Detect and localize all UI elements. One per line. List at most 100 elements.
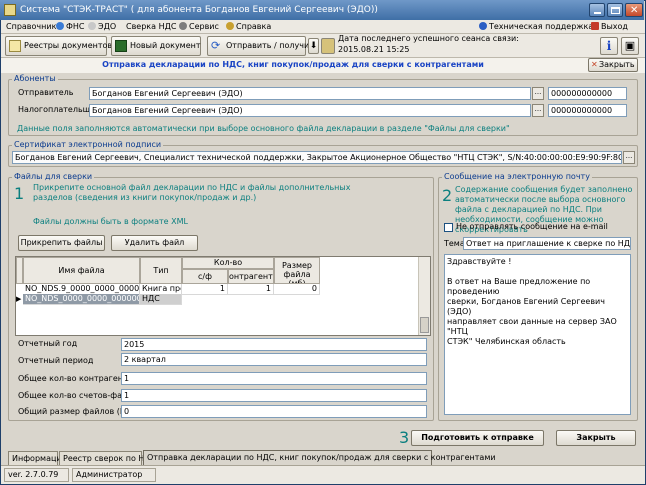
invoices-field[interactable]: 1 xyxy=(121,389,427,402)
delete-file-button[interactable]: Удалить файл xyxy=(111,235,198,251)
tech-support-link[interactable]: Техническая поддержка xyxy=(479,21,593,33)
tab-information[interactable]: Информация xyxy=(8,451,66,466)
menu-edo[interactable]: ЭДО xyxy=(88,21,116,33)
title-bar: Система "СТЭК-ТРАСТ" ( для абонента Богд… xyxy=(0,0,644,20)
window-title: Система "СТЭК-ТРАСТ" ( для абонента Богд… xyxy=(20,5,378,15)
contractors-field[interactable]: 1 xyxy=(121,372,427,385)
tab-vat-registry[interactable]: Реестр сверок по НДС xyxy=(59,451,156,466)
files-format-note: Файлы должны быть в формате XML xyxy=(33,217,188,226)
column-header-count: Кол-во xyxy=(182,257,274,269)
table-row-2-size[interactable] xyxy=(274,294,320,295)
table-row-2-type[interactable]: НДС xyxy=(140,294,182,305)
message-line xyxy=(447,267,628,277)
menu-vat-reconciliation[interactable]: Сверка НДС xyxy=(126,21,176,33)
table-corner xyxy=(16,257,23,284)
table-scrollbar[interactable] xyxy=(418,257,430,335)
period-label: Отчетный период xyxy=(18,356,94,365)
tech-support-label: Техническая поддержка xyxy=(489,22,594,31)
minimize-button[interactable] xyxy=(589,3,605,17)
send-receive-button[interactable]: ⟳ Отправить / получить xyxy=(207,36,319,56)
menu-directories-label: Справочники xyxy=(6,22,62,31)
subject-field[interactable]: Ответ на приглашение к сверке по НДС xyxy=(463,237,631,250)
message-line: Здравствуйте ! xyxy=(447,257,512,266)
document-registry-icon xyxy=(9,40,21,52)
sender-code-field: 000000000000 xyxy=(548,87,627,100)
registry-label: Реестры документов xyxy=(24,41,113,50)
menu-help-label: Справка xyxy=(236,22,272,31)
column-header-contractors[interactable]: онтрагентов xyxy=(228,269,274,284)
menu-directories[interactable]: Справочники xyxy=(6,21,62,33)
scrollbar-thumb[interactable] xyxy=(420,317,429,333)
sender-field[interactable]: Богданов Евгений Сергеевич (ЭДО) xyxy=(89,87,531,100)
prepare-to-send-button[interactable]: Подготовить к отправке xyxy=(411,430,544,446)
new-document-label: Новый документ xyxy=(130,41,201,50)
message-line: В ответ на Ваше предложение по проведени… xyxy=(447,277,591,296)
step-2-number: 2 xyxy=(442,186,453,205)
subscribers-note: Данные поля заполняются автоматически пр… xyxy=(17,124,510,133)
exit-icon xyxy=(591,22,599,30)
certificate-field[interactable]: Богданов Евгений Сергеевич, Специалист т… xyxy=(12,151,622,164)
row-1-indicator xyxy=(16,284,23,294)
attach-files-button[interactable]: Прикрепить файлы xyxy=(18,235,105,251)
gear-icon xyxy=(179,22,187,30)
files-legend: Файлы для сверки xyxy=(12,172,95,182)
sender-browse-button[interactable]: ... xyxy=(532,87,544,100)
close-icon: ✕ xyxy=(591,60,598,69)
header-close-label: Закрыть xyxy=(599,60,635,69)
user-text: Администратор xyxy=(72,468,156,482)
total-size-field[interactable]: 0 xyxy=(121,405,427,418)
menu-vat-label: Сверка НДС xyxy=(126,22,177,31)
menu-fns-label: ФНС xyxy=(66,22,85,31)
row-pointer-icon: ▶ xyxy=(16,295,22,303)
year-field[interactable]: 2015 xyxy=(121,338,427,351)
menu-exit[interactable]: Выход xyxy=(591,21,628,33)
taxpayer-code-field: 000000000000 xyxy=(548,104,627,117)
message-line: сверки, Богданов Евгений Сергеевич (ЭДО) xyxy=(447,297,605,316)
menu-fns[interactable]: ФНС xyxy=(56,21,85,33)
last-session-text: Дата последнего успешного сеанса связи: … xyxy=(338,34,519,54)
taxpayer-label: Налогоплательщик xyxy=(18,105,101,114)
menu-help[interactable]: Справка xyxy=(226,21,271,33)
app-icon xyxy=(4,4,16,16)
menu-exit-label: Выход xyxy=(601,22,628,31)
menu-edo-label: ЭДО xyxy=(98,22,117,31)
column-header-sf[interactable]: с/ф xyxy=(182,269,228,284)
menu-service[interactable]: Сервис xyxy=(179,21,219,33)
message-line: СТЭК" Челябинская область xyxy=(447,337,566,346)
close-button[interactable]: Закрыть xyxy=(556,430,636,446)
no-email-checkbox[interactable] xyxy=(444,223,453,232)
contractors-label: Общее кол-во контрагентов xyxy=(18,374,138,383)
certificate-browse-button[interactable]: ... xyxy=(623,151,635,164)
edo-icon xyxy=(88,22,96,30)
year-label: Отчетный год xyxy=(18,339,78,348)
certificate-legend: Сертификат электронной подписи xyxy=(12,140,164,150)
window-close-button[interactable]: ✕ xyxy=(625,3,643,17)
period-field[interactable]: 2 квартал xyxy=(121,353,427,366)
table-row-2-name[interactable]: NO_NDS_0000_0000_00000000... xyxy=(23,294,140,305)
save-icon[interactable]: ▣ xyxy=(621,37,639,55)
taxpayer-browse-button[interactable]: ... xyxy=(532,104,544,117)
download-arrow-button[interactable]: ⬇ xyxy=(308,38,319,54)
files-hint: Прикрепите основной файл декларации по Н… xyxy=(33,183,351,202)
table-row-2-sf[interactable] xyxy=(182,294,228,295)
taxpayer-field[interactable]: Богданов Евгений Сергеевич (ЭДО) xyxy=(89,104,531,117)
menu-service-label: Сервис xyxy=(189,22,219,31)
total-size-label: Общий размер файлов (МБ) xyxy=(18,407,136,416)
column-header-size[interactable]: Размер файла (мб) xyxy=(274,257,320,284)
table-row-2-contractors[interactable] xyxy=(228,294,274,295)
step-1-number: 1 xyxy=(14,184,25,203)
new-document-button[interactable]: Новый документ xyxy=(111,36,201,56)
tab-send-declaration[interactable]: Отправка декларации по НДС, книг покупок… xyxy=(143,450,496,466)
info-icon[interactable]: i xyxy=(600,37,618,55)
email-legend: Сообщение на электронную почту xyxy=(442,172,592,182)
subject-label: Тема xyxy=(444,239,465,248)
arrow-down-icon: ⬇ xyxy=(309,41,318,51)
column-header-name[interactable]: Имя файла xyxy=(23,257,140,284)
header-close-button[interactable]: ✕ Закрыть xyxy=(588,58,638,72)
registry-button[interactable]: Реестры документов xyxy=(5,36,112,56)
sync-icon[interactable] xyxy=(321,38,335,54)
column-header-type[interactable]: Тип xyxy=(140,257,182,284)
message-body[interactable]: Здравствуйте ! В ответ на Ваше предложен… xyxy=(444,254,631,415)
support-icon xyxy=(479,22,487,30)
maximize-button[interactable] xyxy=(607,3,623,17)
